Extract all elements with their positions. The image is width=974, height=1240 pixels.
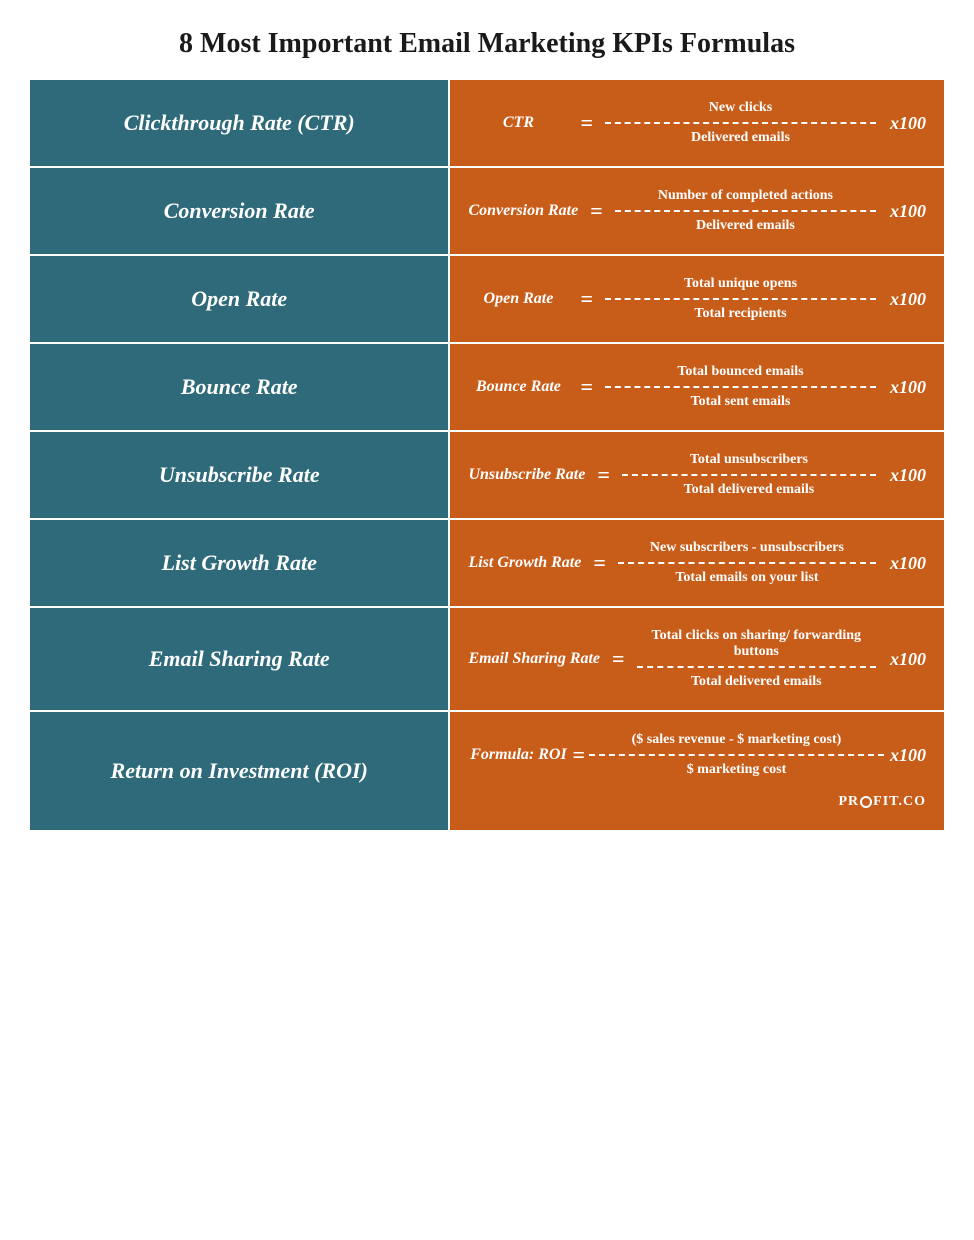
table-row: Conversion Rate Conversion Rate = Number… (30, 168, 944, 256)
numerator: Total clicks on sharing/ forwarding butt… (637, 628, 876, 664)
equals-sign: = (597, 462, 610, 488)
left-cell: Return on Investment (ROI) (30, 712, 450, 830)
logo: PRFIT.CO (839, 794, 926, 809)
divider-line (605, 122, 876, 124)
numerator: New subscribers - unsubscribers (650, 540, 844, 560)
denominator: Total recipients (694, 302, 786, 322)
divider-line (615, 210, 876, 212)
table-row: Email Sharing Rate Email Sharing Rate = … (30, 608, 944, 712)
left-cell: Open Rate (30, 256, 450, 342)
kpi-name: Unsubscribe Rate (159, 462, 320, 488)
left-cell: Conversion Rate (30, 168, 450, 254)
right-cell: Conversion Rate = Number of completed ac… (450, 168, 944, 254)
numerator: Total bounced emails (677, 364, 803, 384)
fraction: New subscribers - unsubscribers Total em… (618, 540, 876, 586)
divider-line (605, 386, 876, 388)
kpi-name: Conversion Rate (164, 198, 315, 224)
formula-label: List Growth Rate (468, 554, 581, 572)
left-cell: Email Sharing Rate (30, 608, 450, 710)
right-cell: List Growth Rate = New subscribers - uns… (450, 520, 944, 606)
formula-label: Open Rate (468, 290, 568, 308)
table-row: List Growth Rate List Growth Rate = New … (30, 520, 944, 608)
multiplier: x100 (890, 465, 926, 486)
multiplier: x100 (890, 113, 926, 134)
left-cell: List Growth Rate (30, 520, 450, 606)
kpi-name: Return on Investment (ROI) (111, 758, 368, 784)
fraction: Total clicks on sharing/ forwarding butt… (637, 628, 876, 690)
multiplier: x100 (890, 745, 926, 766)
kpi-name: List Growth Rate (162, 550, 317, 576)
equals-sign: = (572, 742, 585, 768)
divider-line (618, 562, 876, 564)
divider-line (589, 754, 884, 756)
formula-label: Bounce Rate (468, 378, 568, 396)
kpi-name: Clickthrough Rate (CTR) (124, 110, 355, 136)
denominator: $ marketing cost (687, 758, 787, 778)
left-cell: Unsubscribe Rate (30, 432, 450, 518)
table-container: Clickthrough Rate (CTR) CTR = New clicks… (30, 80, 944, 830)
multiplier: x100 (890, 201, 926, 222)
formula-label: Email Sharing Rate (468, 650, 600, 668)
equals-sign: = (593, 550, 606, 576)
multiplier: x100 (890, 649, 926, 670)
fraction: ($ sales revenue - $ marketing cost) $ m… (589, 732, 884, 778)
left-cell: Clickthrough Rate (CTR) (30, 80, 450, 166)
table-row: Return on Investment (ROI) Formula: ROI … (30, 712, 944, 830)
formula-label: Conversion Rate (468, 202, 578, 220)
equals-sign: = (612, 646, 625, 672)
multiplier: x100 (890, 377, 926, 398)
table-row: Clickthrough Rate (CTR) CTR = New clicks… (30, 80, 944, 168)
denominator: Delivered emails (691, 126, 790, 146)
right-cell: Formula: ROI = ($ sales revenue - $ mark… (450, 712, 944, 830)
fraction: Total unique opens Total recipients (605, 276, 876, 322)
left-cell: Bounce Rate (30, 344, 450, 430)
formula-label: Unsubscribe Rate (468, 466, 585, 484)
denominator: Total emails on your list (675, 566, 818, 586)
divider-line (622, 474, 876, 476)
formula-label: Formula: ROI (468, 746, 568, 764)
equals-sign: = (580, 286, 593, 312)
equals-sign: = (580, 374, 593, 400)
denominator: Delivered emails (696, 214, 795, 234)
fraction: Number of completed actions Delivered em… (615, 188, 876, 234)
denominator: Total sent emails (691, 390, 791, 410)
right-cell: Email Sharing Rate = Total clicks on sha… (450, 608, 944, 710)
equals-sign: = (580, 110, 593, 136)
table-row: Bounce Rate Bounce Rate = Total bounced … (30, 344, 944, 432)
fraction: Total bounced emails Total sent emails (605, 364, 876, 410)
kpi-name: Email Sharing Rate (149, 646, 330, 672)
fraction: New clicks Delivered emails (605, 100, 876, 146)
logo-circle (860, 796, 872, 808)
multiplier: x100 (890, 289, 926, 310)
multiplier: x100 (890, 553, 926, 574)
denominator: Total delivered emails (691, 670, 822, 690)
numerator: Number of completed actions (658, 188, 833, 208)
kpi-name: Bounce Rate (181, 374, 298, 400)
divider-line (637, 666, 876, 668)
formula-label: CTR (468, 114, 568, 132)
kpi-name: Open Rate (191, 286, 287, 312)
right-cell: CTR = New clicks Delivered emails x100 (450, 80, 944, 166)
table-row: Open Rate Open Rate = Total unique opens… (30, 256, 944, 344)
right-cell: Unsubscribe Rate = Total unsubscribers T… (450, 432, 944, 518)
numerator: Total unsubscribers (690, 452, 808, 472)
numerator: New clicks (709, 100, 772, 120)
equals-sign: = (590, 198, 603, 224)
table-row: Unsubscribe Rate Unsubscribe Rate = Tota… (30, 432, 944, 520)
right-cell: Open Rate = Total unique opens Total rec… (450, 256, 944, 342)
divider-line (605, 298, 876, 300)
numerator: ($ sales revenue - $ marketing cost) (632, 732, 842, 752)
numerator: Total unique opens (684, 276, 797, 296)
denominator: Total delivered emails (684, 478, 815, 498)
fraction: Total unsubscribers Total delivered emai… (622, 452, 876, 498)
right-cell: Bounce Rate = Total bounced emails Total… (450, 344, 944, 430)
page-title: 8 Most Important Email Marketing KPIs Fo… (0, 0, 974, 80)
